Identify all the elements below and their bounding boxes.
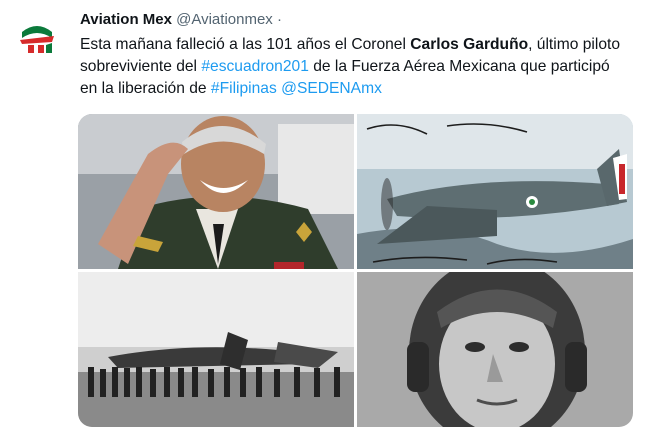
p47-aircraft-painting	[357, 114, 633, 269]
photo-young-pilot-portrait[interactable]	[357, 272, 633, 427]
author-name[interactable]: Aviation Mex	[80, 11, 172, 28]
tweet-text: Esta mañana falleció a las 101 años el C…	[80, 34, 630, 100]
tweet-header: Aviation Mex @Aviationmex ·	[80, 10, 282, 30]
hashtag-filipinas[interactable]: #Filipinas	[211, 80, 277, 97]
tweet-media-grid	[78, 114, 633, 427]
photo-p47-painting-signed[interactable]	[357, 114, 633, 269]
photo-squadron-on-airfield[interactable]	[78, 272, 354, 427]
tweet-text-bold-name: Carlos Garduño	[410, 36, 529, 53]
pilot-portrait-photo	[357, 272, 633, 427]
author-handle[interactable]: @Aviationmex	[176, 11, 273, 28]
mention-sedenamx[interactable]: @SEDENAmx	[281, 80, 382, 97]
saluting-veteran-photo	[78, 114, 354, 269]
photo-colonel-saluting[interactable]	[78, 114, 354, 269]
author-avatar[interactable]	[12, 12, 62, 62]
header-separator: ·	[276, 11, 282, 28]
aviation-mex-logo-icon	[12, 12, 62, 62]
squadron-lineup-photo	[78, 272, 354, 427]
tweet-text-part: Esta mañana falleció a las 101 años el C…	[80, 36, 411, 53]
hashtag-escuadron201[interactable]: #escuadron201	[201, 58, 309, 75]
